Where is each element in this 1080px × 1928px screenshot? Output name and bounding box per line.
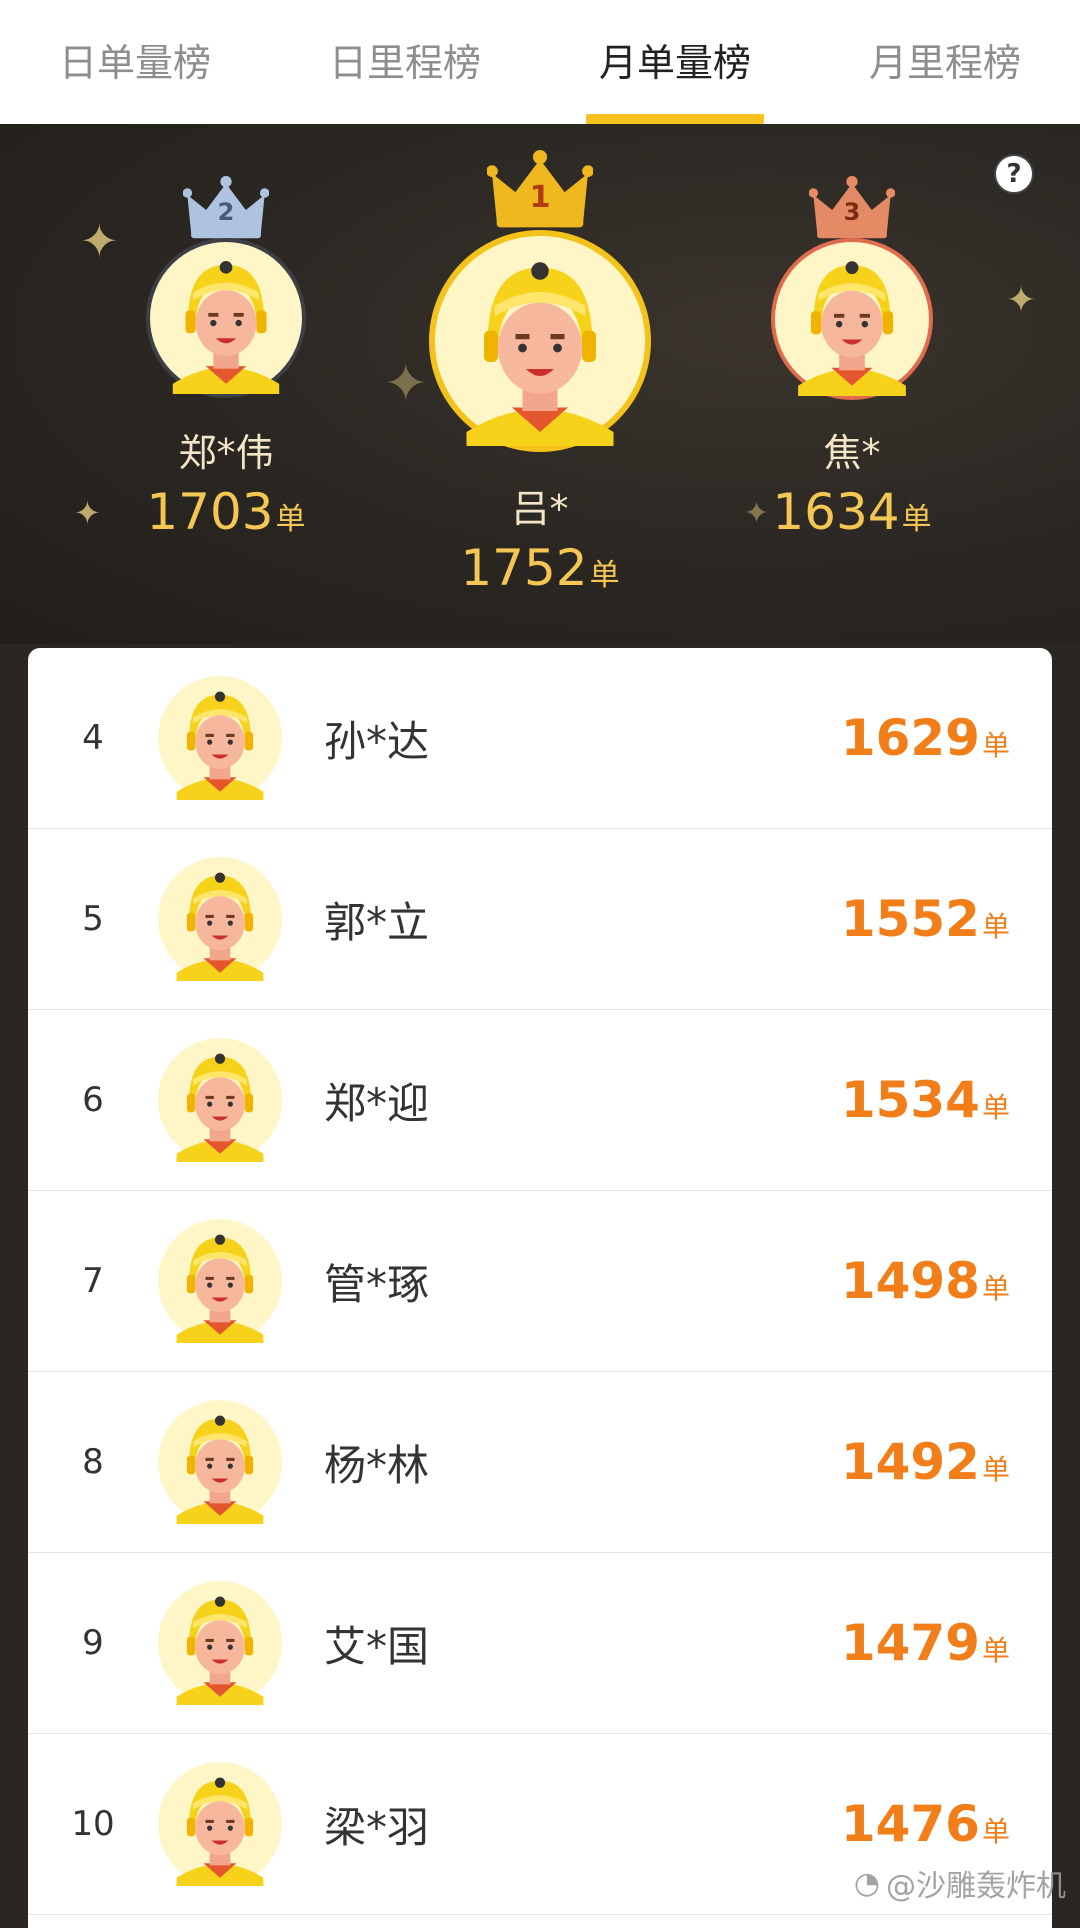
order-count: 1629单 [840, 709, 1010, 767]
ranking-list: 4 孙*达 1629单 5 郭*立 1552单 6 郑*迎 1534单 7 管*… [28, 648, 1052, 1928]
rank-number: 2 [217, 198, 235, 226]
avatar [146, 238, 306, 398]
order-count: 1492单 [840, 1433, 1010, 1491]
avatar [158, 1581, 282, 1705]
list-item[interactable]: 4 孙*达 1629单 [28, 648, 1052, 829]
rank-number: 4 [82, 718, 104, 758]
rider-name: 郭*立 [324, 897, 430, 947]
podium-first[interactable]: 1 吕* 1752单 [420, 150, 660, 597]
rank-number: 7 [82, 1261, 104, 1301]
avatar [158, 676, 282, 800]
avatar [429, 230, 651, 452]
help-icon[interactable]: ? [994, 154, 1034, 194]
avatar [158, 1400, 282, 1524]
podium-count: 1634单 [772, 483, 932, 541]
list-item[interactable]: 8 杨*林 1492单 [28, 1372, 1052, 1553]
podium-third[interactable]: 3 焦* 1634单 [752, 176, 952, 541]
watermark: ◔ @沙雕轰炸机 [853, 1865, 1066, 1905]
list-item[interactable]: 6 郑*迎 1534单 [28, 1010, 1052, 1191]
rank-number: 1 [529, 180, 551, 215]
order-count: 1534单 [840, 1071, 1010, 1129]
rider-name: 孙*达 [324, 716, 430, 766]
rank-number: 6 [82, 1080, 104, 1120]
tab-daily-mileage[interactable]: 日里程榜 [270, 0, 540, 124]
podium-count: 1752单 [460, 539, 620, 597]
rank-number: 8 [82, 1442, 104, 1482]
podium-count: 1703单 [146, 483, 306, 541]
rank-number: 3 [843, 198, 861, 226]
rider-name: 杨*林 [324, 1440, 430, 1490]
order-count: 1552单 [840, 890, 1010, 948]
avatar [158, 1762, 282, 1886]
rider-name: 艾*国 [324, 1621, 430, 1671]
podium-name: 焦* [823, 431, 881, 475]
rank-number: 10 [71, 1804, 115, 1844]
rider-name: 梁*羽 [324, 1802, 430, 1852]
list-item[interactable]: 9 艾*国 1479单 [28, 1553, 1052, 1734]
list-item[interactable]: 7 管*琢 1498单 [28, 1191, 1052, 1372]
podium-second[interactable]: 2 郑*伟 1703单 [126, 176, 326, 541]
sparkle-icon: ✦ [80, 214, 119, 268]
order-count: 1498单 [840, 1252, 1010, 1310]
rank-number: 9 [82, 1623, 104, 1663]
order-count: 1476单 [840, 1795, 1010, 1853]
podium-name: 郑*伟 [178, 431, 274, 475]
rank-number: 5 [82, 899, 104, 939]
avatar [158, 1219, 282, 1343]
avatar [158, 1038, 282, 1162]
order-count: 1479单 [840, 1614, 1010, 1672]
rider-name: 郑*迎 [324, 1078, 430, 1128]
tab-bar: 日单量榜 日里程榜 月单量榜 月里程榜 [0, 0, 1080, 124]
tab-monthly-orders[interactable]: 月单量榜 [540, 0, 810, 124]
tab-monthly-mileage[interactable]: 月里程榜 [810, 0, 1080, 124]
list-item[interactable]: 5 郭*立 1552单 [28, 829, 1052, 1010]
sparkle-icon: ✦ [74, 494, 101, 532]
avatar [158, 857, 282, 981]
podium-name: 吕* [511, 487, 569, 531]
avatar [771, 238, 933, 400]
rider-name: 管*琢 [324, 1259, 430, 1309]
podium: ? ✦ ✦ ✦ ✦ ✦ 2 郑*伟 1703单 1 吕* 1752单 3 焦* … [0, 124, 1080, 644]
weibo-icon: ◔ [853, 1865, 880, 1901]
tab-daily-orders[interactable]: 日单量榜 [0, 0, 270, 124]
sparkle-icon: ✦ [1006, 280, 1037, 321]
